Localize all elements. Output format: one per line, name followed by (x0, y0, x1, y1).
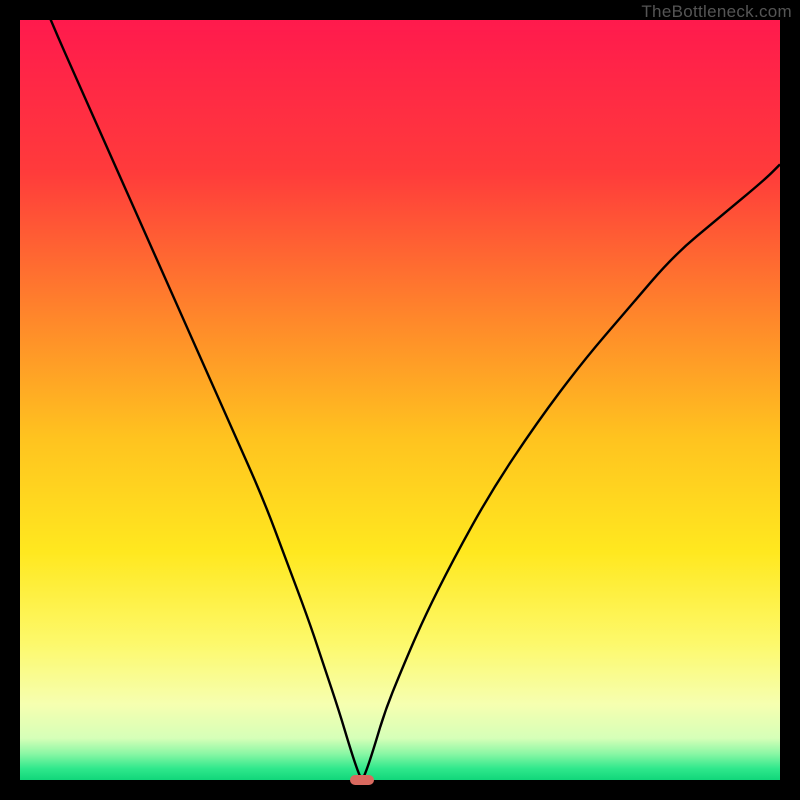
chart-frame: TheBottleneck.com (0, 0, 800, 800)
plot-area (20, 20, 780, 780)
curve-path (20, 20, 780, 778)
watermark-text: TheBottleneck.com (641, 2, 792, 22)
optimum-marker (350, 775, 374, 785)
bottleneck-curve (20, 20, 780, 780)
